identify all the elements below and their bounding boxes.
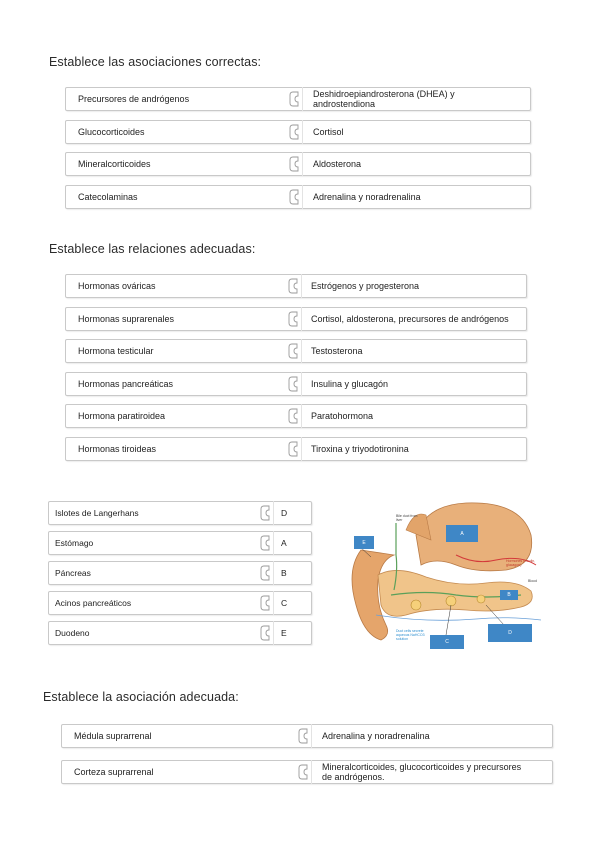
- puzzle-joint-icon: [288, 278, 302, 294]
- match-left-label: Médula suprarrenal: [74, 731, 152, 741]
- puzzle-joint-icon: [288, 408, 302, 424]
- figure-label-a: A: [446, 525, 478, 542]
- row-divider: [301, 437, 302, 461]
- puzzle-joint-icon: [288, 343, 302, 359]
- section-4-title: Establece la asociación adecuada:: [43, 690, 239, 704]
- match-right-label: Cortisol: [313, 127, 344, 137]
- match-right-label: Cortisol, aldosterona, precursores de an…: [311, 314, 509, 324]
- match-left-label: Hormonas tiroideas: [78, 444, 157, 454]
- row-divider: [302, 185, 303, 209]
- row-divider: [302, 152, 303, 176]
- puzzle-joint-icon: [260, 505, 274, 521]
- match-row[interactable]: Corteza suprarrenal Mineralcorticoides, …: [61, 760, 553, 784]
- row-divider: [273, 531, 274, 555]
- match-row[interactable]: Hormonas tiroideas Tiroxina y triyodotir…: [65, 437, 527, 461]
- row-divider: [301, 339, 302, 363]
- match-right-label: Mineralcorticoides, glucocorticoides y p…: [322, 762, 522, 782]
- match-row[interactable]: Hormona testicular Testosterona: [65, 339, 527, 363]
- match-right-label: Estrógenos y progesterona: [311, 281, 420, 291]
- match-left-label: Páncreas: [55, 568, 91, 578]
- match-left-label: Islotes de Langerhans: [55, 508, 139, 518]
- match-right-label: Adrenalina y noradrenalina: [322, 731, 430, 741]
- match-row[interactable]: Estómago A: [48, 531, 312, 555]
- match-left-label: Glucocorticoides: [78, 127, 145, 137]
- blood-label: Blood: [528, 579, 537, 583]
- match-right-label: Paratohormona: [311, 411, 374, 421]
- puzzle-joint-icon: [289, 156, 303, 172]
- match-left-label: Catecolaminas: [78, 192, 138, 202]
- match-row[interactable]: Páncreas B: [48, 561, 312, 585]
- match-left-label: Hormona paratiroidea: [78, 411, 166, 421]
- match-right-label: Deshidroepiandrosterona (DHEA) y androst…: [313, 89, 455, 109]
- row-divider: [301, 274, 302, 298]
- row-divider: [273, 591, 274, 615]
- match-row[interactable]: Hormonas ováricas Estrógenos y progester…: [65, 274, 527, 298]
- row-divider: [311, 724, 312, 748]
- bile-duct-label: Bile duct from liver: [396, 514, 418, 522]
- puzzle-joint-icon: [260, 595, 274, 611]
- row-divider: [311, 760, 312, 784]
- figure-label-d: D: [488, 624, 532, 642]
- match-row[interactable]: Hormonas suprarenales Cortisol, aldoster…: [65, 307, 527, 331]
- match-row[interactable]: Acinos pancreáticos C: [48, 591, 312, 615]
- match-row[interactable]: Mineralcorticoides Aldosterona: [65, 152, 531, 176]
- match-left-label: Hormonas ováricas: [78, 281, 156, 291]
- match-left-label: Acinos pancreáticos: [55, 598, 132, 608]
- row-divider: [273, 501, 274, 525]
- match-right-label: B: [281, 568, 287, 578]
- figure-label-b: B: [500, 590, 518, 600]
- match-row[interactable]: Islotes de Langerhans D: [48, 501, 312, 525]
- row-divider: [302, 87, 303, 111]
- row-divider: [301, 404, 302, 428]
- row-divider: [301, 307, 302, 331]
- puzzle-joint-icon: [260, 565, 274, 581]
- puzzle-joint-icon: [288, 441, 302, 457]
- puzzle-joint-icon: [298, 764, 312, 780]
- row-divider: [302, 120, 303, 144]
- puzzle-joint-icon: [260, 535, 274, 551]
- row-divider: [301, 372, 302, 396]
- match-row[interactable]: Precursores de andrógenos Deshidroepiand…: [65, 87, 531, 111]
- pancreas-diagram: E A B C D Bile duct from liver Hormones …: [336, 495, 545, 650]
- match-right-label: Insulina y glucagón: [311, 379, 389, 389]
- match-row[interactable]: Duodeno E: [48, 621, 312, 645]
- match-left-label: Hormonas suprarenales: [78, 314, 175, 324]
- match-row[interactable]: Hormona paratiroidea Paratohormona: [65, 404, 527, 428]
- match-right-label: A: [281, 538, 287, 548]
- puzzle-joint-icon: [289, 189, 303, 205]
- puzzle-joint-icon: [289, 124, 303, 140]
- match-right-label: Testosterona: [311, 346, 363, 356]
- section-2-title: Establece las relaciones adecuadas:: [49, 242, 256, 256]
- match-left-label: Mineralcorticoides: [78, 159, 151, 169]
- match-left-label: Corteza suprarrenal: [74, 767, 154, 777]
- match-left-label: Precursores de andrógenos: [78, 94, 190, 104]
- section-1-title: Establece las asociaciones correctas:: [49, 55, 262, 69]
- match-row[interactable]: Médula suprarrenal Adrenalina y noradren…: [61, 724, 553, 748]
- puzzle-joint-icon: [260, 625, 274, 641]
- puzzle-joint-icon: [289, 91, 303, 107]
- match-left-label: Duodeno: [55, 628, 90, 638]
- row-divider: [273, 621, 274, 645]
- match-right-label: Tiroxina y triyodotironina: [311, 444, 409, 454]
- match-row[interactable]: Glucocorticoides Cortisol: [65, 120, 531, 144]
- puzzle-joint-icon: [288, 311, 302, 327]
- match-right-label: E: [281, 628, 287, 638]
- duct-cells-label: Duct cells secrete aqueous NaHCO3 soluti…: [396, 629, 425, 641]
- match-row[interactable]: Hormonas pancreáticas Insulina y glucagó…: [65, 372, 527, 396]
- hormone-label: Hormones (insulin, glucagon): [506, 559, 536, 567]
- row-divider: [273, 561, 274, 585]
- puzzle-joint-icon: [298, 728, 312, 744]
- match-row[interactable]: Catecolaminas Adrenalina y noradrenalina: [65, 185, 531, 209]
- figure-label-c: C: [430, 635, 464, 649]
- figure-label-e: E: [354, 536, 374, 549]
- match-right-label: C: [281, 598, 288, 608]
- match-right-label: Aldosterona: [313, 159, 362, 169]
- match-right-label: D: [281, 508, 288, 518]
- puzzle-joint-icon: [288, 376, 302, 392]
- match-left-label: Hormona testicular: [78, 346, 154, 356]
- match-right-label: Adrenalina y noradrenalina: [313, 192, 421, 202]
- match-left-label: Estómago: [55, 538, 94, 548]
- match-left-label: Hormonas pancreáticas: [78, 379, 174, 389]
